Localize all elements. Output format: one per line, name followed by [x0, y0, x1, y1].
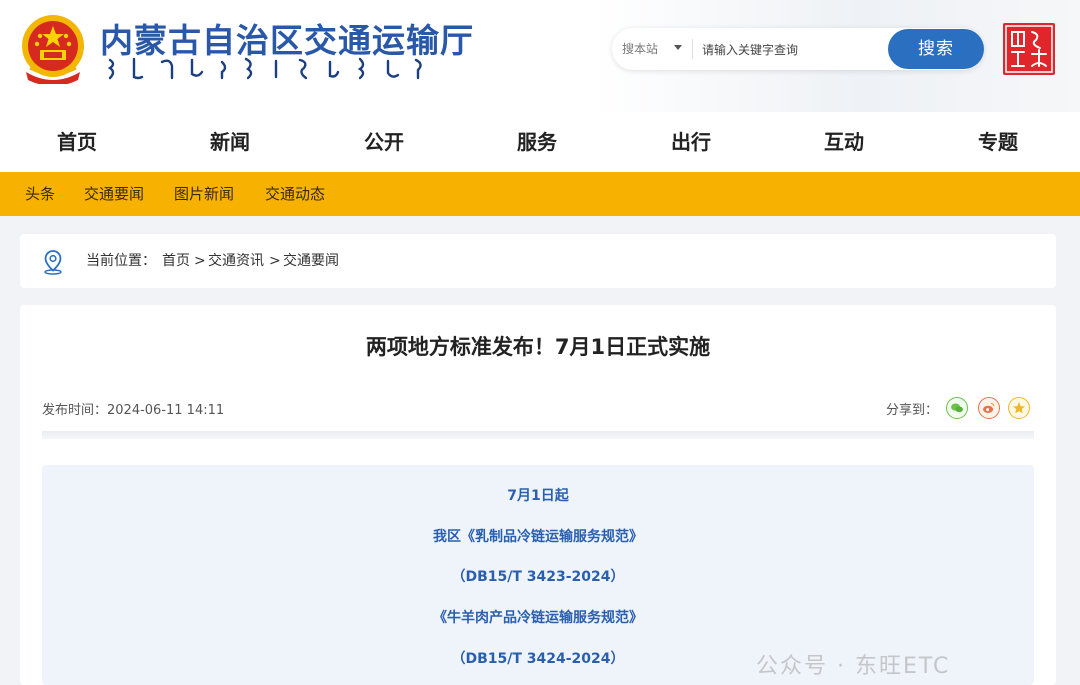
location-pin-icon: [44, 250, 62, 275]
sub-nav-photo-news[interactable]: 图片新闻: [174, 172, 234, 216]
article: 两项地方标准发布！7月1日正式实施 发布时间：2024-06-11 14:11 …: [20, 305, 1056, 685]
search-input[interactable]: [700, 35, 884, 65]
weibo-icon[interactable]: [978, 397, 1000, 419]
breadcrumb-item-home[interactable]: 首页: [162, 234, 190, 288]
search-divider: [692, 39, 693, 59]
share-label: 分享到：: [886, 403, 939, 418]
seal-icon: [1003, 23, 1055, 75]
search-scope-label: 搜本站: [622, 42, 659, 56]
wechat-icon[interactable]: [946, 397, 968, 419]
chevron-down-icon: [674, 45, 682, 50]
breadcrumb-item-transport-info[interactable]: 交通资讯: [208, 234, 264, 288]
nav-item-public[interactable]: 公开: [364, 112, 404, 172]
meta-divider: [42, 431, 1034, 439]
watermark: 公众号 · 东旺ETC: [756, 654, 951, 679]
sub-nav-transport-updates[interactable]: 交通动态: [265, 172, 325, 216]
nav-item-services[interactable]: 服务: [517, 112, 557, 172]
breadcrumb-label: 当前位置：: [86, 253, 156, 269]
site-header: 内蒙古自治区交通运输厅 搜本站 搜索: [0, 0, 1080, 112]
content-line: （DB15/T 3423-2024）: [451, 569, 625, 585]
content-line: 《牛羊肉产品冷链运输服务规范》: [433, 610, 643, 626]
nav-item-news[interactable]: 新闻: [210, 112, 250, 172]
search-button[interactable]: 搜索: [888, 29, 984, 69]
sub-nav-headlines[interactable]: 头条: [25, 172, 55, 216]
site-title[interactable]: 内蒙古自治区交通运输厅: [100, 14, 474, 62]
mongolian-script-logo: [107, 57, 422, 80]
main-nav: 首页 新闻 公开 服务 出行 互动 专题: [0, 112, 1080, 173]
search-box: 搜本站 搜索: [612, 28, 984, 70]
national-emblem-icon[interactable]: [20, 14, 86, 84]
content-line: 7月1日起: [507, 488, 569, 504]
favorite-star-icon[interactable]: [1008, 397, 1030, 419]
nav-item-interaction[interactable]: 互动: [824, 112, 864, 172]
article-title: 两项地方标准发布！7月1日正式实施: [365, 335, 711, 359]
publish-time: 发布时间：2024-06-11 14:11: [42, 403, 225, 418]
sub-nav: 头条 交通要闻 图片新闻 交通动态: [0, 172, 1080, 216]
nav-item-travel[interactable]: 出行: [671, 112, 711, 172]
content-line: 我区《乳制品冷链运输服务规范》: [433, 529, 643, 545]
nav-item-home[interactable]: 首页: [57, 112, 97, 172]
nav-item-topics[interactable]: 专题: [978, 112, 1018, 172]
breadcrumb: 当前位置： 首页 > 交通资讯 > 交通要闻: [20, 234, 1056, 288]
sub-nav-transport-news[interactable]: 交通要闻: [84, 172, 144, 216]
breadcrumb-separator: >: [194, 253, 206, 269]
breadcrumb-item-transport-news[interactable]: 交通要闻: [283, 234, 339, 288]
breadcrumb-separator: >: [269, 253, 281, 269]
search-scope-select[interactable]: 搜本站: [612, 28, 690, 70]
